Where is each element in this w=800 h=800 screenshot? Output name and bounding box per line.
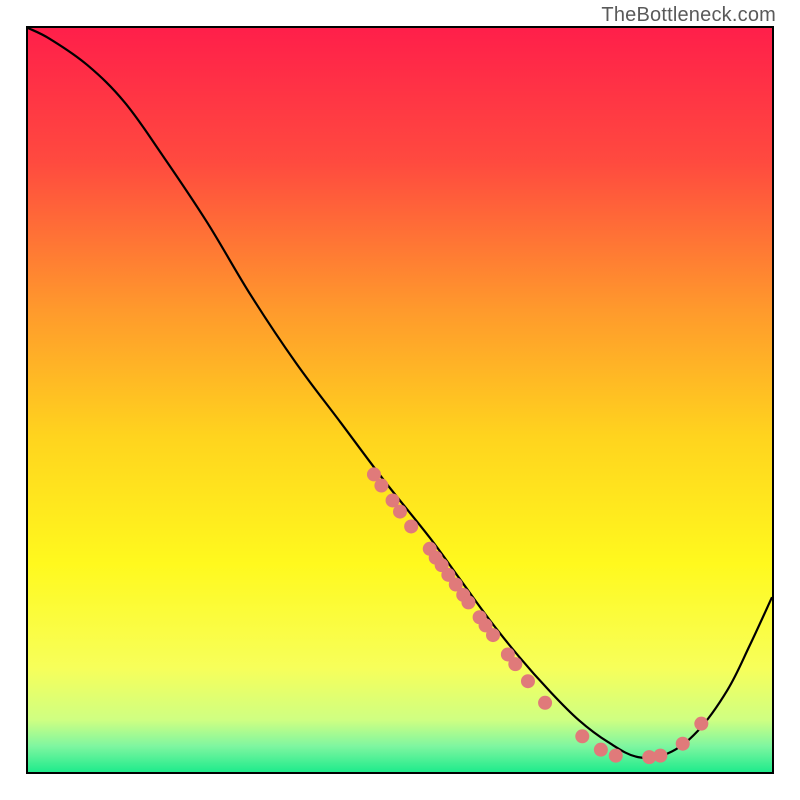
data-point <box>374 479 388 493</box>
data-point <box>461 595 475 609</box>
data-point <box>508 657 522 671</box>
data-point <box>575 729 589 743</box>
data-points-group <box>367 467 708 764</box>
chart-overlay <box>28 28 772 772</box>
data-point <box>404 519 418 533</box>
data-point <box>538 696 552 710</box>
bottleneck-curve <box>28 28 772 758</box>
data-point <box>694 717 708 731</box>
data-point <box>486 628 500 642</box>
data-point <box>609 749 623 763</box>
data-point <box>594 743 608 757</box>
watermark-text: TheBottleneck.com <box>601 4 776 27</box>
data-point <box>521 674 535 688</box>
data-point <box>676 737 690 751</box>
chart-area <box>26 26 774 774</box>
data-point <box>393 505 407 519</box>
data-point <box>653 749 667 763</box>
